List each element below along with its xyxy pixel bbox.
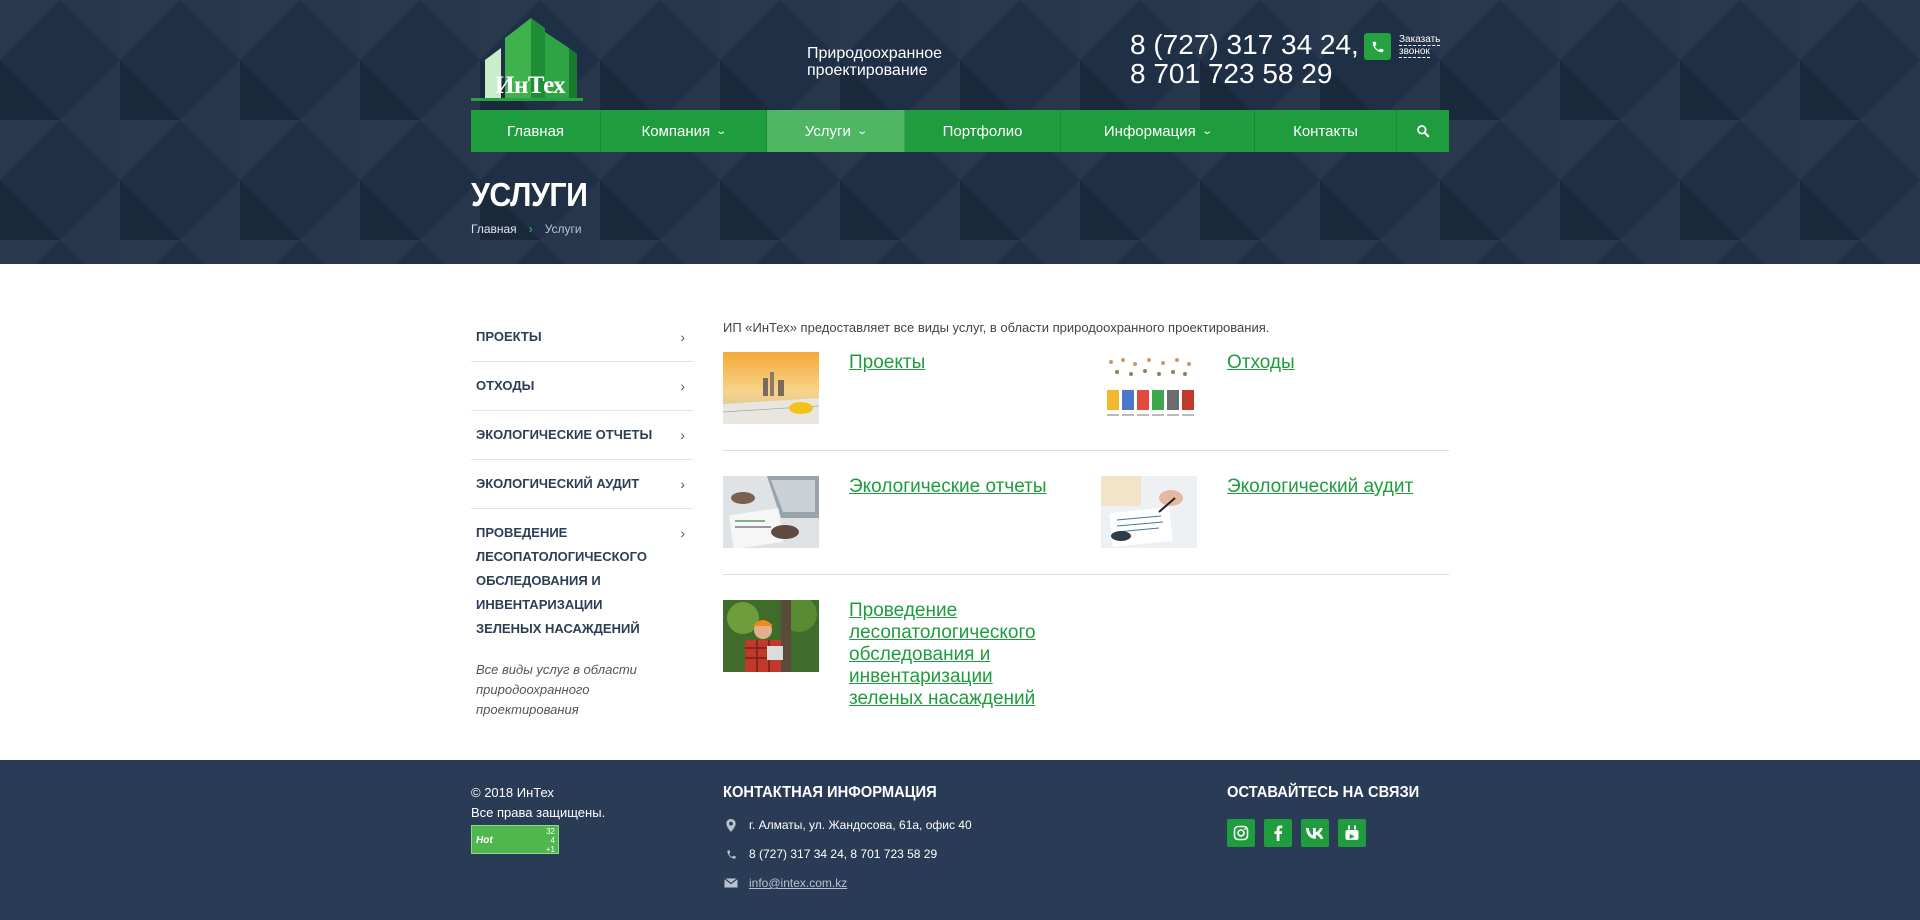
footer-address-row: г. Алматы, ул. Жандосова, 61а, офис 40	[723, 818, 972, 832]
eco-reports-thumbnail[interactable]	[723, 476, 819, 548]
counter-label: Hot	[476, 835, 493, 846]
service-card-eco-audit: Экологический аудит	[1101, 476, 1449, 550]
header-phones: 8 (727) 317 34 24, 8 701 723 58 29	[1130, 30, 1359, 88]
nav-label: Компания	[641, 122, 711, 140]
service-link-forest-survey[interactable]: Проведение лесопатологического обследова…	[849, 600, 1049, 710]
chevron-right-icon: ›	[680, 329, 685, 345]
chevron-right-icon: ›	[680, 476, 685, 492]
footer-phones: 8 (727) 317 34 24, 8 701 723 58 29	[749, 847, 938, 861]
phone-icon	[723, 849, 739, 860]
callback-line-1: Заказать	[1399, 34, 1441, 46]
breadcrumb: Главная › Услуги	[471, 222, 582, 236]
search-icon[interactable]	[1397, 110, 1449, 152]
counter-values: 32 4 +1	[546, 827, 555, 854]
nav-label: Услуги	[804, 122, 851, 140]
phone-icon[interactable]	[1364, 33, 1391, 60]
sidebar-item-label: ПРОЕКТЫ	[476, 329, 542, 344]
waste-thumbnail[interactable]	[1101, 352, 1197, 424]
nav-label: Контакты	[1293, 122, 1358, 140]
chevron-right-icon: ›	[680, 427, 685, 443]
nav-item-contacts[interactable]: Контакты	[1255, 110, 1397, 152]
site-footer	[0, 760, 1920, 920]
callback-line-2: звонок	[1399, 46, 1430, 58]
counter-value: 32	[546, 827, 555, 836]
sidebar-item-label: ЭКОЛОГИЧЕСКИЙ АУДИТ	[476, 476, 640, 491]
forest-survey-thumbnail[interactable]	[723, 600, 819, 672]
contact-heading: КОНТАКТНАЯ ИНФОРМАЦИЯ	[723, 784, 937, 801]
footer-rights: Все права защищены.	[471, 805, 606, 820]
hotlog-counter[interactable]: Hot 32 4 +1	[471, 825, 559, 854]
service-link-eco-audit[interactable]: Экологический аудит	[1227, 476, 1413, 498]
svg-text:▶: ▶	[1349, 833, 1355, 840]
footer-copyright: © 2018 ИнТех	[471, 785, 554, 800]
youtube-icon[interactable]: ▶	[1338, 819, 1366, 847]
logo-text[interactable]: ИнТех	[495, 72, 566, 100]
divider	[723, 574, 1449, 575]
nav-item-services[interactable]: Услуги ⌄	[767, 110, 905, 152]
counter-value: 4	[550, 836, 555, 845]
page: ИнТех Природоохранное проектирование 8 (…	[0, 0, 1920, 920]
sidebar-note: Все виды услуг в области природоохранног…	[476, 662, 637, 717]
sidebar-item-label: ОТХОДЫ	[476, 378, 535, 393]
main-nav: Главная Компания ⌄ Услуги ⌄ Портфолио Инфо…	[471, 110, 1449, 152]
site-header: ИнТех Природоохранное проектирование 8 (…	[0, 0, 1920, 264]
counter-value: +1	[545, 845, 555, 854]
chevron-right-icon: ›	[528, 222, 533, 236]
service-card-projects: Проекты	[723, 352, 1063, 426]
projects-thumbnail[interactable]	[723, 352, 819, 424]
sidebar-item-label: ПРОВЕДЕНИЕ ЛЕСОПАТОЛОГИЧЕСКОГО ОБСЛЕДОВА…	[476, 525, 647, 636]
breadcrumb-current: Услуги	[544, 222, 582, 236]
sidebar-item-projects[interactable]: ПРОЕКТЫ ›	[471, 313, 693, 362]
sidebar-item-forest-survey[interactable]: ПРОВЕДЕНИЕ ЛЕСОПАТОЛОГИЧЕСКОГО ОБСЛЕДОВА…	[471, 509, 693, 653]
facebook-icon[interactable]	[1264, 819, 1292, 847]
nav-item-company[interactable]: Компания ⌄	[601, 110, 767, 152]
header-phone-2[interactable]: 8 701 723 58 29	[1130, 59, 1359, 88]
header-phone-1[interactable]: 8 (727) 317 34 24,	[1130, 30, 1359, 59]
service-link-waste[interactable]: Отходы	[1227, 352, 1295, 374]
callback-link[interactable]: Заказать звонок	[1399, 34, 1441, 58]
service-card-forest-survey: Проведение лесопатологического обследова…	[723, 600, 1083, 710]
nav-item-home[interactable]: Главная	[471, 110, 601, 152]
chevron-down-icon: ⌄	[715, 125, 728, 137]
chevron-right-icon: ›	[680, 525, 685, 541]
sidebar-item-eco-audit[interactable]: ЭКОЛОГИЧЕСКИЙ АУДИТ ›	[471, 460, 693, 509]
footer-address: г. Алматы, ул. Жандосова, 61а, офис 40	[749, 818, 972, 832]
nav-item-info[interactable]: Информация ⌄	[1061, 110, 1255, 152]
sidebar-item-waste[interactable]: ОТХОДЫ ›	[471, 362, 693, 411]
service-link-eco-reports[interactable]: Экологические отчеты	[849, 476, 1047, 498]
footer-phone-row: 8 (727) 317 34 24, 8 701 723 58 29	[723, 847, 937, 861]
chevron-down-icon: ⌄	[1201, 125, 1213, 137]
page-title: УСЛУГИ	[471, 176, 588, 213]
footer-email-link[interactable]: info@intex.com.kz	[749, 876, 847, 890]
chevron-down-icon: ⌄	[856, 125, 868, 137]
eco-audit-thumbnail[interactable]	[1101, 476, 1197, 548]
breadcrumb-home[interactable]: Главная	[471, 222, 517, 236]
tagline: Природоохранное проектирование	[807, 45, 942, 79]
nav-label: Главная	[506, 122, 565, 140]
nav-label: Информация	[1103, 122, 1196, 140]
sidebar-item-label: ЭКОЛОГИЧЕСКИЕ ОТЧЕТЫ	[476, 427, 653, 442]
sidebar-item-eco-reports[interactable]: ЭКОЛОГИЧЕСКИЕ ОТЧЕТЫ ›	[471, 411, 693, 460]
intro-text: ИП «ИнТех» предоставляет все виды услуг,…	[723, 320, 1270, 335]
social-heading: ОСТАВАЙТЕСЬ НА СВЯЗИ	[1227, 784, 1420, 801]
instagram-icon[interactable]	[1227, 819, 1255, 847]
service-card-eco-reports: Экологические отчеты	[723, 476, 1063, 550]
footer-email-row: info@intex.com.kz	[723, 876, 847, 890]
chevron-right-icon: ›	[680, 378, 685, 394]
service-card-waste: Отходы	[1101, 352, 1449, 426]
envelope-icon	[723, 878, 739, 888]
social-links: ▶	[1227, 819, 1366, 847]
map-pin-icon	[723, 818, 739, 832]
divider	[723, 450, 1449, 451]
vk-icon[interactable]	[1301, 819, 1329, 847]
nav-label: Портфолио	[942, 122, 1023, 140]
sidebar-menu: ПРОЕКТЫ › ОТХОДЫ › ЭКОЛОГИЧЕСКИЕ ОТЧЕТЫ › Э…	[471, 313, 693, 653]
service-link-projects[interactable]: Проекты	[849, 352, 925, 374]
nav-item-portfolio[interactable]: Портфолио	[905, 110, 1061, 152]
